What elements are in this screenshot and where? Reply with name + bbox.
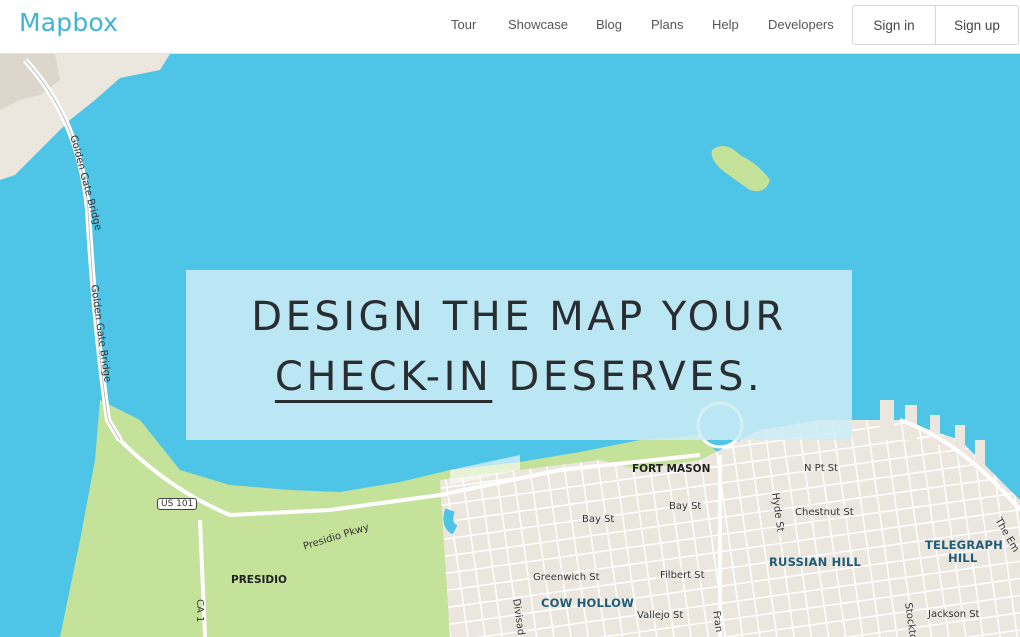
mapbox-logo[interactable]: Mapbox — [19, 8, 118, 37]
auth-button-group: Sign in Sign up — [852, 5, 1019, 45]
label-telegraph-hill-line1: TELEGRAPH — [925, 538, 1003, 552]
sign-in-button[interactable]: Sign in — [853, 6, 935, 44]
hero-headline-line1: DESIGN THE MAP YOUR — [251, 294, 787, 340]
label-chestnut-st: Chestnut St — [795, 507, 854, 518]
nav-plans-link[interactable]: Plans — [651, 17, 684, 32]
hero-banner: DESIGN THE MAP YOUR CHECK-IN DESERVES. — [186, 270, 852, 440]
label-vallejo-st: Vallejo St — [637, 610, 684, 621]
label-fort-mason: FORT MASON — [632, 463, 711, 475]
label-bay-st-1: Bay St — [582, 514, 615, 525]
sign-up-button[interactable]: Sign up — [935, 6, 1018, 44]
nav-showcase-link[interactable]: Showcase — [508, 17, 568, 32]
label-filbert-st: Filbert St — [660, 570, 705, 581]
hero-headline-rest: DESERVES. — [508, 354, 764, 400]
label-greenwich-st: Greenwich St — [533, 572, 600, 583]
label-n-pt-st: N Pt St — [804, 463, 839, 474]
hero-highlight-link[interactable]: CHECK-IN — [275, 354, 492, 400]
label-russian-hill: RUSSIAN HILL — [769, 555, 862, 569]
label-presidio: PRESIDIO — [231, 574, 287, 586]
nav-help-link[interactable]: Help — [712, 17, 739, 32]
top-navigation-bar: Mapbox Tour Showcase Blog Plans Help Dev… — [0, 0, 1020, 54]
nav-developers-link[interactable]: Developers — [768, 17, 834, 32]
label-jackson-st: Jackson St — [928, 609, 980, 620]
label-cow-hollow: COW HOLLOW — [541, 596, 635, 610]
nav-blog-link[interactable]: Blog — [596, 17, 622, 32]
label-ca-1: CA 1 — [194, 599, 205, 623]
label-us-101-shield: US 101 — [157, 498, 198, 510]
label-telegraph-hill-line2: HILL — [948, 551, 978, 565]
label-bay-st-2: Bay St — [669, 501, 702, 512]
nav-tour-link[interactable]: Tour — [451, 17, 476, 32]
hero-headline-line2: CHECK-IN DESERVES. — [186, 354, 852, 400]
